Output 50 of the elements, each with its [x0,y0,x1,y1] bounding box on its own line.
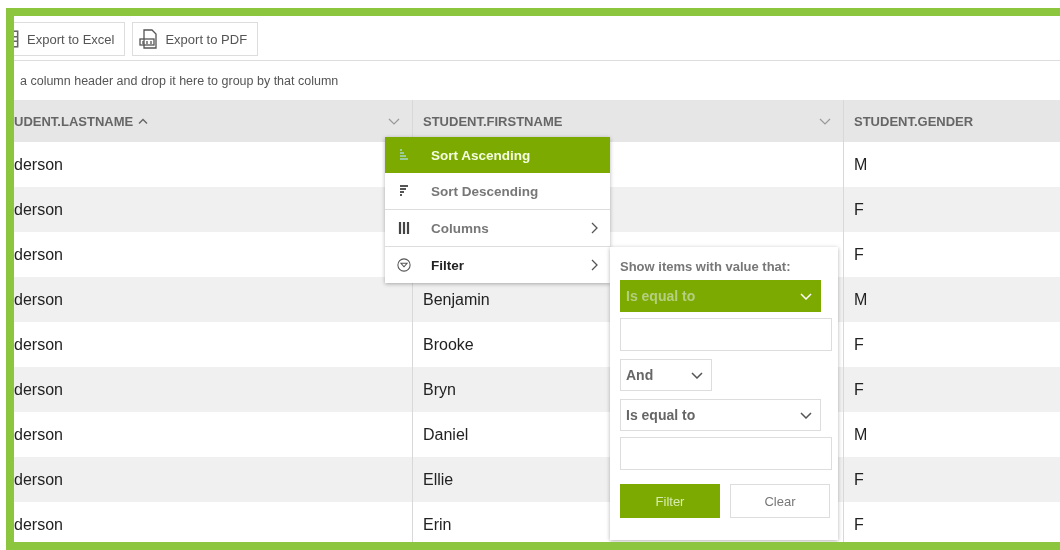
table-cell: M [854,290,868,309]
table-cell: Ellie [423,470,454,489]
menu-item[interactable]: Sort Ascending [385,137,610,173]
table-cell: F [854,245,864,264]
export-button[interactable]: Export to PDF [132,22,259,56]
table-cell: F [854,470,864,489]
chevron-right-icon [591,259,598,271]
table-cell: Daniel [423,425,469,444]
table-cell: derson [14,200,63,219]
chevron-down-icon [800,411,812,419]
table-cell: derson [14,155,63,174]
table-cell: F [854,380,864,399]
group-hint: a column header and drop it here to group by that column [20,73,339,88]
columns-icon [397,221,411,235]
table-cell: derson [14,515,63,534]
table-cell: F [854,515,864,534]
value-field[interactable] [620,437,832,470]
table-cell: derson [14,425,63,444]
column-header[interactable]: STUDENT.GENDER [843,100,1060,142]
table-cell: derson [14,380,63,399]
filter-action-button[interactable]: Clear [730,484,830,518]
export-button[interactable]: Export to Excel [14,22,126,56]
table-cell: derson [14,290,63,309]
table-cell: F [854,335,864,354]
chevron-down-icon[interactable] [819,117,831,125]
menu-item[interactable]: Sort Descending [385,173,610,209]
menu-item[interactable]: Columns [385,209,610,246]
operator-dropdown[interactable]: Is equal to [620,399,821,431]
table-cell: Erin [423,515,452,534]
filter-prompt: Show items with value that: [620,259,791,274]
table-cell: Bryn [423,380,456,399]
operator-dropdown[interactable]: And [620,359,712,391]
chevron-right-icon [591,222,598,234]
table-cell: derson [14,335,63,354]
table-cell: M [854,425,868,444]
table-cell: Benjamin [423,290,490,309]
chevron-down-icon [691,371,703,379]
sort-up-icon [138,118,149,124]
table-cell: derson [14,245,63,264]
chevron-down-icon [800,292,812,300]
sort-descending-icon [397,184,411,198]
chevron-down-icon[interactable] [388,117,400,125]
value-field[interactable] [620,318,832,351]
filter-icon [397,258,411,272]
document-icon [139,29,160,49]
table-cell: Brooke [423,335,474,354]
table-cell: F [854,200,864,219]
table-cell: M [854,155,868,174]
table-cell: derson [14,470,63,489]
sort-ascending-icon [397,148,411,162]
